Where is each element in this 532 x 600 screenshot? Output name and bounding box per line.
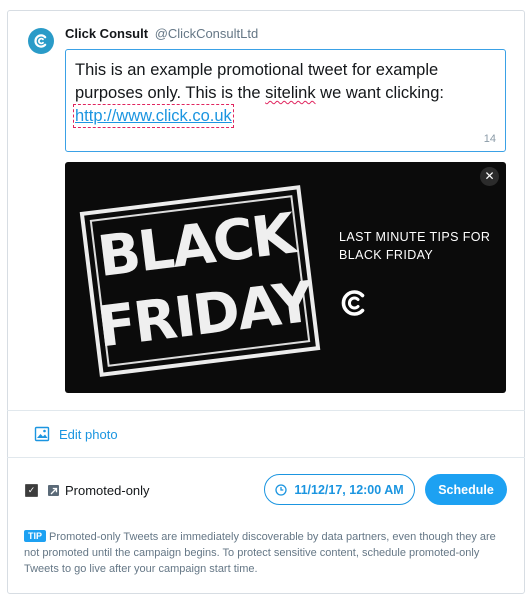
tip-badge: TIP bbox=[24, 530, 47, 542]
promoted-only-label: Promoted-only bbox=[65, 483, 150, 498]
promoted-icon bbox=[48, 485, 59, 496]
character-count: 14 bbox=[483, 133, 496, 145]
tip-text: Promoted-only Tweets are immediately dis… bbox=[24, 531, 496, 575]
divider bbox=[7, 457, 525, 458]
promoted-only-checkbox[interactable]: ✓ bbox=[25, 484, 38, 497]
tweet-url-link[interactable]: http://www.click.co.uk bbox=[73, 104, 234, 128]
clock-icon bbox=[275, 483, 287, 496]
misspelled-word: sitelink bbox=[265, 84, 316, 102]
tweet-text-part: we want clicking: bbox=[315, 84, 444, 102]
click-consult-logo-icon bbox=[341, 290, 365, 316]
image-icon bbox=[34, 426, 50, 442]
black-friday-stamp: BLACK FRIDAY bbox=[79, 185, 321, 377]
media-headline: LAST MINUTE TIPS FOR BLACK FRIDAY bbox=[339, 230, 491, 262]
divider bbox=[7, 410, 525, 411]
promoted-only-option: ✓ Promoted-only bbox=[25, 483, 150, 498]
promoted-tip: TIP Promoted-only Tweets are immediately … bbox=[24, 529, 508, 577]
schedule-button[interactable]: Schedule bbox=[425, 474, 507, 505]
close-icon[interactable]: ✕ bbox=[480, 167, 499, 186]
author-name: Click Consult bbox=[65, 26, 149, 41]
tweet-author: Click Consult @ClickConsultLtd bbox=[65, 26, 258, 42]
author-handle: @ClickConsultLtd bbox=[154, 26, 259, 41]
tweet-text-input[interactable]: This is an example promotional tweet for… bbox=[65, 49, 506, 152]
schedule-date-button[interactable]: 11/12/17, 12:00 AM bbox=[264, 474, 415, 505]
edit-photo-button[interactable]: Edit photo bbox=[34, 426, 118, 442]
media-attachment: BLACK FRIDAY LAST MINUTE TIPS FOR BLACK … bbox=[65, 162, 506, 393]
stamp-line-2: FRIDAY bbox=[94, 269, 316, 361]
avatar bbox=[28, 28, 54, 54]
tweet-text[interactable]: This is an example promotional tweet for… bbox=[73, 59, 495, 128]
click-consult-logo-icon bbox=[34, 34, 47, 48]
edit-photo-label: Edit photo bbox=[59, 426, 118, 442]
schedule-date-label: 11/12/17, 12:00 AM bbox=[294, 482, 404, 497]
